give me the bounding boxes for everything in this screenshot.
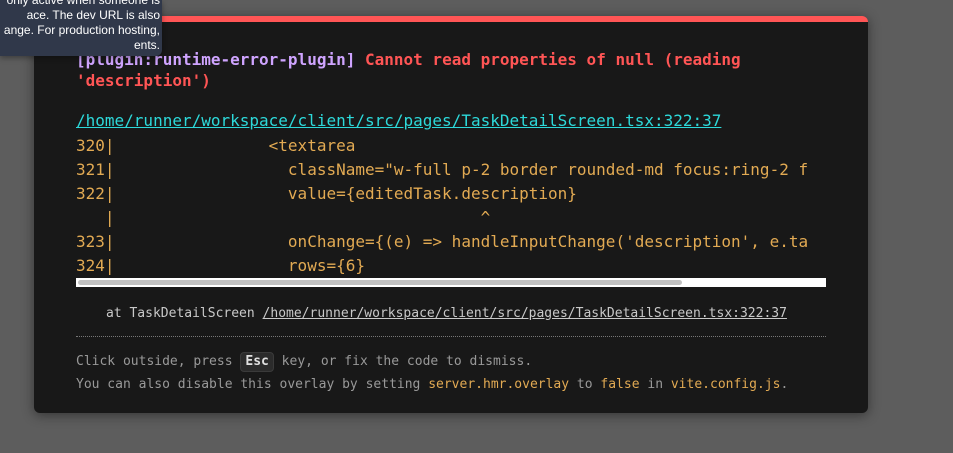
error-message: [plugin:runtime-error-plugin] Cannot rea…: [76, 49, 796, 91]
dismiss-tip: Click outside, press Esc key, or fix the…: [76, 352, 532, 372]
config-file: vite.config.js: [670, 377, 781, 392]
tip-text: to: [569, 377, 601, 392]
code-line: 322| value={editedTask.description}: [76, 184, 577, 203]
hosting-tooltip: only active when someone is ace. The dev…: [0, 0, 162, 56]
tooltip-line: only active when someone is: [6, 0, 160, 7]
tip-text: .: [780, 377, 789, 392]
tooltip-line: ents.: [133, 38, 160, 52]
error-file-link[interactable]: /home/runner/workspace/client/src/pages/…: [76, 111, 721, 131]
disable-tip: You can also disable this overlay by set…: [76, 376, 788, 394]
code-frame[interactable]: 320| <textarea 321| className="w-full p-…: [76, 134, 826, 276]
config-key: server.hmr.overlay: [428, 377, 570, 392]
esc-key[interactable]: Esc: [240, 352, 274, 372]
tooltip-line: ace. The dev URL is also: [26, 8, 160, 22]
tip-text: key, or fix the code to dismiss.: [273, 354, 533, 369]
code-line: 323| onChange={(e) => handleInputChange(…: [76, 232, 809, 251]
code-line: 324| rows={6}: [76, 256, 365, 275]
scrollbar-thumb[interactable]: [78, 280, 682, 285]
code-line-caret: | ^: [76, 208, 491, 227]
tip-text: in: [639, 377, 671, 392]
config-value: false: [600, 377, 640, 392]
tooltip-line: ange. For production hosting,: [3, 23, 160, 37]
stack-trace: at TaskDetailScreen /home/runner/workspa…: [106, 305, 787, 323]
code-frame-scrollbar[interactable]: [76, 278, 826, 287]
tip-text: Click outside, press: [76, 354, 241, 369]
tip-text: You can also disable this overlay by set…: [76, 377, 429, 392]
stack-prefix: at TaskDetailScreen: [106, 306, 263, 321]
error-overlay-window: [plugin:runtime-error-plugin] Cannot rea…: [34, 16, 868, 413]
stack-file-link[interactable]: /home/runner/workspace/client/src/pages/…: [263, 306, 787, 321]
code-line: 320| <textarea: [76, 136, 356, 155]
code-line: 321| className="w-full p-2 border rounde…: [76, 160, 809, 179]
tip-divider: [76, 336, 826, 337]
